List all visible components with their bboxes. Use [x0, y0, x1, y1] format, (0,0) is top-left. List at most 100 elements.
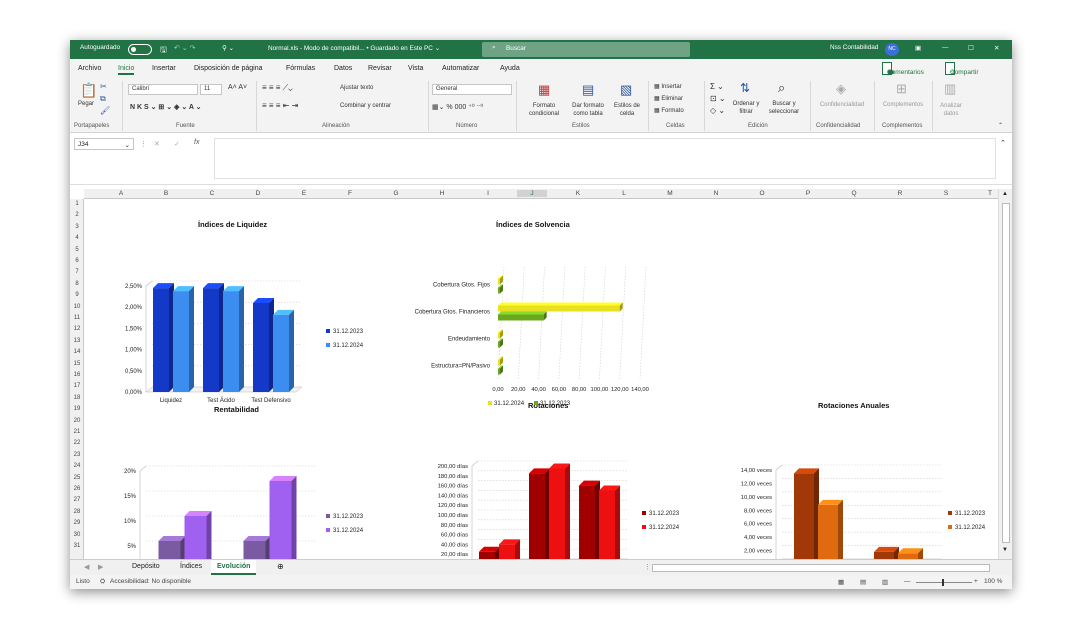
formula-input[interactable]	[214, 138, 996, 179]
row-header[interactable]: 16	[70, 372, 84, 378]
zoom-out-icon[interactable]: —	[904, 578, 911, 585]
ribbon-display-icon[interactable]: ▣	[915, 44, 921, 52]
insert-button[interactable]: ▦ Insertar	[654, 83, 682, 90]
column-header[interactable]: O	[747, 190, 777, 197]
column-header[interactable]: I	[473, 190, 503, 197]
page-break-icon[interactable]: ▥	[882, 578, 888, 586]
row-header[interactable]: 26	[70, 486, 84, 492]
customize-icon[interactable]: ⚲ ⌄	[222, 44, 234, 52]
cell-styles-icon[interactable]: ▧	[620, 82, 632, 98]
analyze-data-icon[interactable]: ▥	[944, 81, 956, 97]
formula-menu-icon[interactable]: ⋮	[140, 140, 147, 148]
row-header[interactable]: 29	[70, 520, 84, 526]
delete-button[interactable]: ▦ Eliminar	[654, 95, 683, 102]
sheet-tab-indices[interactable]: Índices	[180, 563, 202, 570]
row-header[interactable]: 4	[70, 235, 84, 241]
sheet-tab-evolucion[interactable]: Evolución	[211, 560, 257, 575]
tab-insertar[interactable]: Insertar	[152, 65, 176, 72]
accessibility-icon[interactable]: ⛭	[100, 578, 105, 586]
vertical-scrollbar[interactable]: ▲ ▼	[998, 189, 1012, 559]
column-header[interactable]: J	[517, 190, 547, 197]
table-format-button[interactable]: Dar formato como tabla	[566, 102, 610, 118]
column-header[interactable]: F	[335, 190, 365, 197]
save-icon[interactable]: 🖫	[160, 44, 167, 58]
grow-shrink-icon[interactable]: A˄ A˅	[228, 84, 247, 91]
scroll-thumb[interactable]	[1002, 203, 1010, 543]
undo-icon[interactable]: ↶ ⌄ ↷	[174, 44, 196, 52]
autosave-toggle[interactable]	[128, 44, 152, 55]
sheet-tab-deposito[interactable]: Depósito	[132, 563, 160, 570]
enter-icon[interactable]: ✓	[174, 140, 180, 148]
tab-datos[interactable]: Datos	[334, 65, 352, 72]
row-header[interactable]: 20	[70, 418, 84, 424]
column-header[interactable]: K	[563, 190, 593, 197]
prev-sheet-icon[interactable]: ◀	[84, 563, 89, 571]
collapse-formula-icon[interactable]: ⌃	[1000, 139, 1006, 147]
share-button[interactable]: ⇧ Compartir	[945, 62, 979, 77]
tab-automatizar[interactable]: Automatizar	[442, 65, 479, 72]
column-header[interactable]: G	[381, 190, 411, 197]
avatar[interactable]: NC	[885, 43, 899, 56]
find-icon[interactable]: ⌕	[778, 80, 785, 96]
column-header[interactable]: Q	[839, 190, 869, 197]
row-header[interactable]: 21	[70, 429, 84, 435]
horizontal-scrollbar[interactable]	[652, 564, 990, 572]
comments-button[interactable]: 🗩 Comentarios	[882, 62, 924, 77]
zoom-thumb[interactable]	[942, 579, 944, 586]
tab-vista[interactable]: Vista	[408, 65, 423, 72]
cut-icon[interactable]: ✂	[100, 82, 107, 91]
format-button[interactable]: ▦ Formato	[654, 107, 684, 114]
font-name-select[interactable]: Calibri	[128, 84, 198, 95]
row-header[interactable]: 11	[70, 315, 84, 321]
addins-button[interactable]: Complementos	[878, 102, 928, 108]
align-top-icons[interactable]: ≡ ≡ ≡ ⟋⌄	[262, 83, 293, 93]
cancel-icon[interactable]: ✕	[154, 140, 160, 148]
add-sheet-icon[interactable]: ⊕	[277, 562, 284, 571]
cell-styles-button[interactable]: Estilos de celda	[608, 102, 646, 118]
user-name[interactable]: Nss Contabilidad	[830, 44, 878, 51]
analyze-data-button[interactable]: Analizar datos	[936, 102, 966, 118]
row-header[interactable]: 8	[70, 281, 84, 287]
options-icon[interactable]: ⋮	[644, 563, 651, 571]
tab-ayuda[interactable]: Ayuda	[500, 65, 520, 72]
row-header[interactable]: 30	[70, 532, 84, 538]
row-header[interactable]: 22	[70, 440, 84, 446]
sort-filter-button[interactable]: Ordenar y filtrar	[726, 100, 766, 116]
search-box[interactable]: ⌕ Buscar	[482, 42, 690, 57]
column-header[interactable]: E	[289, 190, 319, 197]
row-header[interactable]: 9	[70, 292, 84, 298]
row-header[interactable]: 1	[70, 201, 84, 207]
scroll-down-icon[interactable]: ▼	[1002, 547, 1008, 553]
tab-inicio[interactable]: Inicio	[118, 65, 135, 75]
zoom-in-icon[interactable]: +	[974, 578, 978, 585]
addins-icon[interactable]: ⊞	[896, 81, 907, 97]
row-header[interactable]: 10	[70, 304, 84, 310]
row-header[interactable]: 5	[70, 247, 84, 253]
document-title[interactable]: Normal.xls - Modo de compatibil... • Gua…	[268, 44, 440, 52]
page-layout-icon[interactable]: ▤	[860, 578, 866, 586]
minimize-icon[interactable]: —	[942, 44, 948, 51]
paste-label[interactable]: Pegar	[78, 101, 94, 107]
conditional-format-icon[interactable]: ▦	[538, 82, 550, 98]
wrap-text-button[interactable]: Ajustar texto	[340, 85, 373, 91]
row-header[interactable]: 12	[70, 326, 84, 332]
table-format-icon[interactable]: ▤	[582, 82, 594, 98]
column-header[interactable]: L	[609, 190, 639, 197]
charts-canvas[interactable]: 0,00% 0,50% 1,00% 1,50% 2,00% 2,50% Liquidez Te…	[84, 199, 998, 559]
row-header[interactable]: 24	[70, 463, 84, 469]
collapse-ribbon-icon[interactable]: ⌃	[998, 122, 1003, 129]
row-header[interactable]: 27	[70, 497, 84, 503]
row-header[interactable]: 17	[70, 383, 84, 389]
normal-view-icon[interactable]: ▦	[838, 578, 844, 586]
row-header[interactable]: 18	[70, 395, 84, 401]
column-header[interactable]: N	[701, 190, 731, 197]
column-header[interactable]: B	[151, 190, 181, 197]
insert-function-icon[interactable]: fx	[194, 139, 199, 146]
confidentiality-icon[interactable]: ◈	[836, 81, 846, 97]
close-icon[interactable]: ✕	[994, 44, 999, 52]
find-select-button[interactable]: Buscar y seleccionar	[762, 100, 806, 116]
format-painter-icon[interactable]: 🖌	[100, 106, 110, 115]
sort-filter-icon[interactable]: ⇅	[740, 81, 750, 95]
column-header[interactable]: M	[655, 190, 685, 197]
tab-revisar[interactable]: Revisar	[368, 65, 392, 72]
